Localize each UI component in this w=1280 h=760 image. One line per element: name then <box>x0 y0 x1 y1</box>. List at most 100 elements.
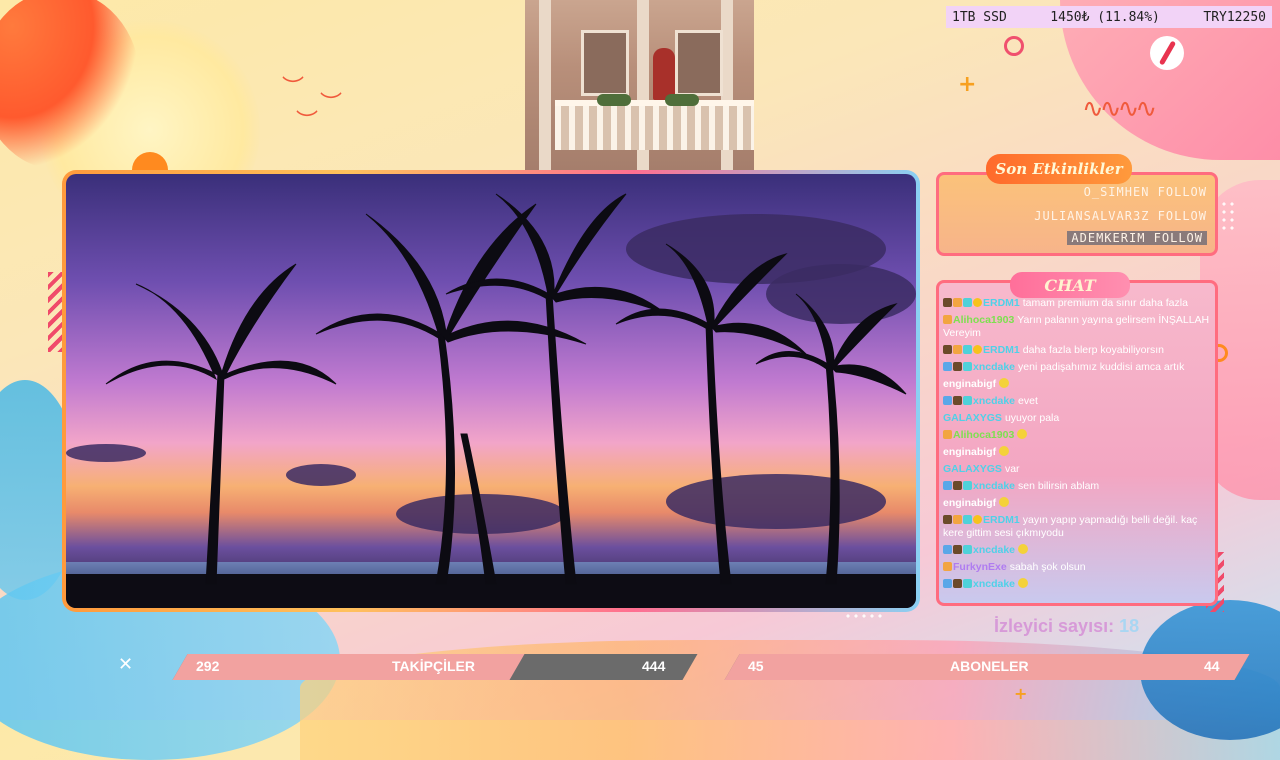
chat-message: ERDM1 daha fazla blerp koyabiliyorsın <box>943 344 1213 357</box>
viewer-count-value: 18 <box>1119 616 1140 636</box>
badge-icon <box>963 481 972 490</box>
event-item: O_SIMHEN FOLLOW <box>1083 185 1207 199</box>
chat-message: Alihoca1903 Yarın palanın yayına gelirsem… <box>943 314 1213 340</box>
viewer-count-label: İzleyici sayısı: <box>994 616 1115 636</box>
emote-icon <box>999 378 1010 388</box>
pen-icon <box>1150 36 1184 70</box>
chat-message: ERDM1 tamam premium da sınır daha fazla <box>943 297 1213 310</box>
chat-message: xncdake evet <box>943 395 1213 408</box>
emote-icon <box>1018 578 1029 588</box>
chat-username[interactable]: ERDM1 <box>983 344 1020 356</box>
followers-goal: 444 <box>642 658 666 674</box>
donation-amount: 1450₺ (11.84%) <box>1050 9 1160 25</box>
subscribers-goal: 44 <box>1204 658 1220 674</box>
badge-icon <box>953 481 962 490</box>
badge-icon <box>963 515 972 524</box>
chat-message: enginabigf <box>943 497 1213 510</box>
badge-icon <box>973 345 982 354</box>
webcam-feed <box>525 0 754 170</box>
viewer-count: İzleyici sayısı: 18 <box>994 616 1139 637</box>
badge-icon <box>943 362 952 371</box>
chat-username[interactable]: GALAXYGS <box>943 412 1002 424</box>
chat-username[interactable]: xncdake <box>973 480 1015 492</box>
chat-message: GALAXYGS uyuyor pala <box>943 412 1213 425</box>
bird-icon: ︶ <box>320 92 343 117</box>
chat-username[interactable]: ERDM1 <box>983 297 1020 309</box>
sunset-palm-scene <box>66 174 916 608</box>
chat-text: evet <box>1018 395 1038 407</box>
person-figure <box>653 48 675 100</box>
chat-message: xncdake <box>943 544 1213 557</box>
chat-message: Alihoca1903 <box>943 429 1213 442</box>
badge-icon <box>963 298 972 307</box>
chat-panel: ERDM1 tamam premium da sınır daha fazla Al… <box>936 280 1218 606</box>
squiggle-decoration: ∿∿∿∿ <box>1082 94 1157 124</box>
chat-username[interactable]: enginabigf <box>943 497 996 509</box>
badge-icon <box>943 345 952 354</box>
followers-goal-bar: 292 TAKİPÇİLER 444 <box>170 654 700 680</box>
subscribers-label: ABONELER <box>950 658 1029 674</box>
badge-icon <box>943 545 952 554</box>
badge-icon <box>943 315 952 324</box>
chat-username[interactable]: enginabigf <box>943 378 996 390</box>
badge-icon <box>963 396 972 405</box>
chat-username[interactable]: enginabigf <box>943 446 996 458</box>
chat-username[interactable]: Alihoca1903 <box>953 314 1014 326</box>
chat-username[interactable]: xncdake <box>973 578 1015 590</box>
emote-icon <box>1017 429 1028 439</box>
badge-icon <box>943 298 952 307</box>
chat-message: enginabigf <box>943 378 1213 391</box>
subscribers-current: 45 <box>748 658 764 674</box>
chat-message: xncdake <box>943 578 1213 591</box>
chat-message: ERDM1 yayın yapıp yapmadığı belli değil. … <box>943 514 1213 540</box>
plus-decoration: + <box>1014 684 1028 703</box>
chat-username[interactable]: FurkynExe <box>953 561 1007 573</box>
event-item: JULIANSALVAR3Z FOLLOW <box>1034 209 1207 223</box>
chat-username[interactable]: Alihoca1903 <box>953 429 1014 441</box>
badge-icon <box>943 562 952 571</box>
x-decoration: ✕ <box>118 654 134 675</box>
badge-icon <box>943 430 952 439</box>
chat-message: xncdake sen bilirsin ablam <box>943 480 1213 493</box>
chat-text: tamam premium da sınır daha fazla <box>1022 297 1188 309</box>
emote-icon <box>1018 544 1029 554</box>
badge-icon <box>963 362 972 371</box>
bird-icon: ︶ <box>282 76 305 101</box>
badge-icon <box>943 515 952 524</box>
emote-icon <box>999 497 1010 507</box>
badge-icon <box>953 298 962 307</box>
bird-icon: ︶ <box>296 110 319 135</box>
chat-text: sen bilirsin ablam <box>1018 480 1100 492</box>
followers-label: TAKİPÇİLER <box>392 658 475 674</box>
chat-message: FurkynExe sabah şok olsun <box>943 561 1213 574</box>
chat-title: CHAT <box>1010 272 1130 298</box>
main-scene-frame <box>62 170 920 612</box>
chat-username[interactable]: ERDM1 <box>983 514 1020 526</box>
emote-icon <box>999 446 1010 456</box>
chat-username[interactable]: xncdake <box>973 361 1015 373</box>
donation-stats-bar: 1TB SSD 1450₺ (11.84%) TRY12250 <box>946 6 1272 28</box>
events-title: Son Etkinlikler <box>986 154 1132 184</box>
badge-icon <box>953 579 962 588</box>
donation-goal: TRY12250 <box>1203 9 1266 25</box>
badge-icon <box>963 545 972 554</box>
circle-decoration <box>1004 36 1024 56</box>
plus-decoration: + <box>958 72 977 97</box>
event-item: ADEMKERIM FOLLOW <box>1067 231 1207 245</box>
badge-icon <box>953 345 962 354</box>
chat-username[interactable]: xncdake <box>973 544 1015 556</box>
chat-text: sabah şok olsun <box>1009 561 1086 573</box>
badge-icon <box>943 579 952 588</box>
chat-text: daha fazla blerp koyabiliyorsın <box>1022 344 1165 356</box>
storage-label: 1TB SSD <box>952 9 1007 25</box>
badge-icon <box>943 481 952 490</box>
chat-message: enginabigf <box>943 446 1213 459</box>
badge-icon <box>943 396 952 405</box>
badge-icon <box>953 362 962 371</box>
chat-username[interactable]: xncdake <box>973 395 1015 407</box>
subscribers-goal-bar: 45 ABONELER 44 <box>722 654 1252 680</box>
followers-current: 292 <box>196 658 220 674</box>
badge-icon <box>953 396 962 405</box>
recent-events-panel: O_SIMHEN FOLLOW JULIANSALVAR3Z FOLLOW AD… <box>936 172 1218 256</box>
chat-username[interactable]: GALAXYGS <box>943 463 1002 475</box>
